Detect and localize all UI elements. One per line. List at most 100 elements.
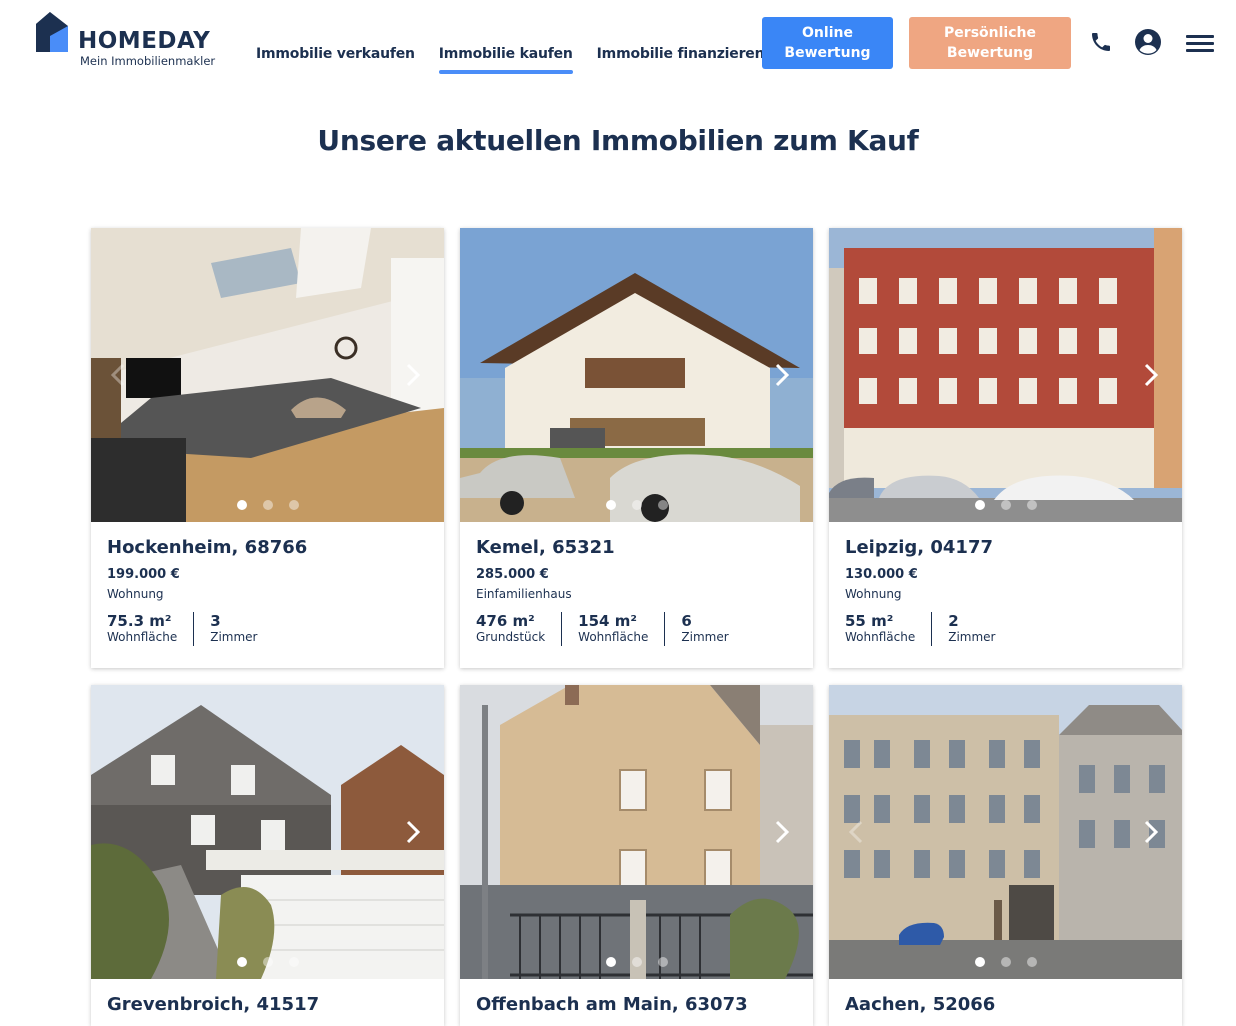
listing-facts: 55 m² Wohnfläche 2 Zimmer [845, 612, 1166, 648]
fact-value: 3 [210, 612, 221, 630]
fact-living-area: 154 m² Wohnfläche [578, 612, 666, 646]
listing-photo-carousel[interactable] [460, 228, 813, 522]
listing-location: Hockenheim, 68766 [107, 537, 308, 558]
listing-photo [829, 228, 1182, 522]
listing-price: 130.000 € [845, 567, 918, 582]
carousel-dot[interactable] [974, 957, 985, 967]
logo-wordmark: HOMEDAY [78, 28, 211, 54]
listing-card-hockenheim[interactable]: Hockenheim, 68766 199.000 € Wohnung 75.3… [91, 228, 444, 668]
listing-location: Leipzig, 04177 [845, 537, 993, 558]
personal-valuation-button[interactable]: Persönliche Bewertung [909, 17, 1071, 69]
online-valuation-label-line1: Online [802, 25, 853, 41]
carousel-dot[interactable] [288, 500, 299, 510]
online-valuation-label-line2: Bewertung [784, 45, 871, 61]
listing-photo [460, 685, 813, 979]
carousel-previous-icon[interactable] [843, 818, 871, 846]
carousel-dot[interactable] [1026, 957, 1037, 967]
nav-sell-property[interactable]: Immobilie verkaufen [256, 46, 415, 74]
fact-plot-area: 476 m² Grundstück [476, 612, 563, 646]
carousel-dot[interactable] [974, 500, 985, 510]
listing-location: Grevenbroich, 41517 [107, 994, 320, 1015]
personal-valuation-label-line2: Bewertung [946, 45, 1034, 61]
carousel-next-icon[interactable] [1136, 361, 1164, 389]
hamburger-menu-icon[interactable] [1186, 32, 1214, 54]
listing-card-grevenbroich[interactable]: Grevenbroich, 41517 [91, 685, 444, 1026]
carousel-dot[interactable] [605, 500, 616, 510]
listing-photo-carousel[interactable] [829, 228, 1182, 522]
carousel-previous-icon[interactable] [105, 361, 133, 389]
fact-value: 75.3 m² [107, 612, 172, 630]
phone-icon[interactable] [1089, 30, 1113, 54]
fact-rooms: 2 Zimmer [948, 612, 1011, 646]
carousel-dot[interactable] [236, 957, 247, 967]
carousel-dots [91, 957, 444, 967]
nav-buy-property[interactable]: Immobilie kaufen [438, 46, 573, 74]
carousel-dot[interactable] [1026, 500, 1037, 510]
online-valuation-button[interactable]: Online Bewertung [762, 17, 893, 69]
fact-living-area: 55 m² Wohnfläche [845, 612, 933, 646]
listing-card-leipzig[interactable]: Leipzig, 04177 130.000 € Wohnung 55 m² W… [829, 228, 1182, 668]
carousel-next-icon[interactable] [398, 361, 426, 389]
listing-photo [460, 228, 813, 522]
carousel-dot[interactable] [631, 500, 642, 510]
carousel-next-icon[interactable] [767, 361, 795, 389]
listing-photo-carousel[interactable] [91, 685, 444, 979]
fact-label: Zimmer [210, 630, 258, 644]
fact-value: 6 [681, 612, 692, 630]
main-navigation: Immobilie verkaufen Immobilie kaufen Imm… [256, 46, 788, 74]
fact-value: 2 [948, 612, 959, 630]
listing-type: Wohnung [107, 587, 164, 601]
fact-label: Wohnfläche [845, 630, 916, 644]
fact-label: Wohnfläche [107, 630, 178, 644]
listing-photo [91, 685, 444, 979]
carousel-dot[interactable] [262, 957, 273, 967]
fact-label: Grundstück [476, 630, 546, 644]
listing-facts: 476 m² Grundstück 154 m² Wohnfläche 6 Zi… [476, 612, 797, 648]
personal-valuation-label-line1: Persönliche [944, 25, 1036, 41]
carousel-next-icon[interactable] [398, 818, 426, 846]
listing-facts: 75.3 m² Wohnfläche 3 Zimmer [107, 612, 428, 648]
carousel-dot[interactable] [605, 957, 616, 967]
logo-tagline: Mein Immobilienmakler [80, 54, 216, 68]
listing-price: 199.000 € [107, 567, 180, 582]
carousel-dots [91, 500, 444, 510]
listing-card-aachen[interactable]: Aachen, 52066 [829, 685, 1182, 1026]
fact-label: Zimmer [948, 630, 996, 644]
carousel-dot[interactable] [1000, 500, 1011, 510]
fact-living-area: 75.3 m² Wohnfläche [107, 612, 195, 646]
carousel-dot[interactable] [262, 500, 273, 510]
nav-finance-property[interactable]: Immobilie finanzieren [597, 46, 765, 74]
fact-value: 55 m² [845, 612, 894, 630]
carousel-dot[interactable] [288, 957, 299, 967]
carousel-dots [829, 500, 1182, 510]
listing-card-offenbach[interactable]: Offenbach am Main, 63073 [460, 685, 813, 1026]
listing-photo-carousel[interactable] [829, 685, 1182, 979]
fact-label: Zimmer [681, 630, 729, 644]
carousel-dots [829, 957, 1182, 967]
listing-price: 285.000 € [476, 567, 549, 582]
listing-location: Aachen, 52066 [845, 994, 996, 1015]
listing-photo [91, 228, 444, 522]
page-title: Unsere aktuellen Immobilien zum Kauf [317, 124, 919, 157]
carousel-dot[interactable] [1000, 957, 1011, 967]
listing-photo-carousel[interactable] [91, 228, 444, 522]
fact-value: 476 m² [476, 612, 535, 630]
listing-type: Einfamilienhaus [476, 587, 572, 601]
carousel-next-icon[interactable] [767, 818, 795, 846]
site-header: HOMEDAY Mein Immobilienmakler Immobilie … [0, 0, 1236, 90]
carousel-dots [460, 500, 813, 510]
carousel-dots [460, 957, 813, 967]
account-icon[interactable] [1134, 28, 1162, 56]
listing-location: Offenbach am Main, 63073 [476, 994, 748, 1015]
carousel-dot[interactable] [657, 957, 668, 967]
listing-card-kemel[interactable]: Kemel, 65321 285.000 € Einfamilienhaus 4… [460, 228, 813, 668]
carousel-dot[interactable] [236, 500, 247, 510]
listing-photo [829, 685, 1182, 979]
carousel-next-icon[interactable] [1136, 818, 1164, 846]
homeday-logo[interactable]: HOMEDAY Mein Immobilienmakler [36, 12, 216, 72]
carousel-dot[interactable] [631, 957, 642, 967]
listing-type: Wohnung [845, 587, 902, 601]
carousel-dot[interactable] [657, 500, 668, 510]
listing-photo-carousel[interactable] [460, 685, 813, 979]
fact-rooms: 6 Zimmer [681, 612, 744, 646]
